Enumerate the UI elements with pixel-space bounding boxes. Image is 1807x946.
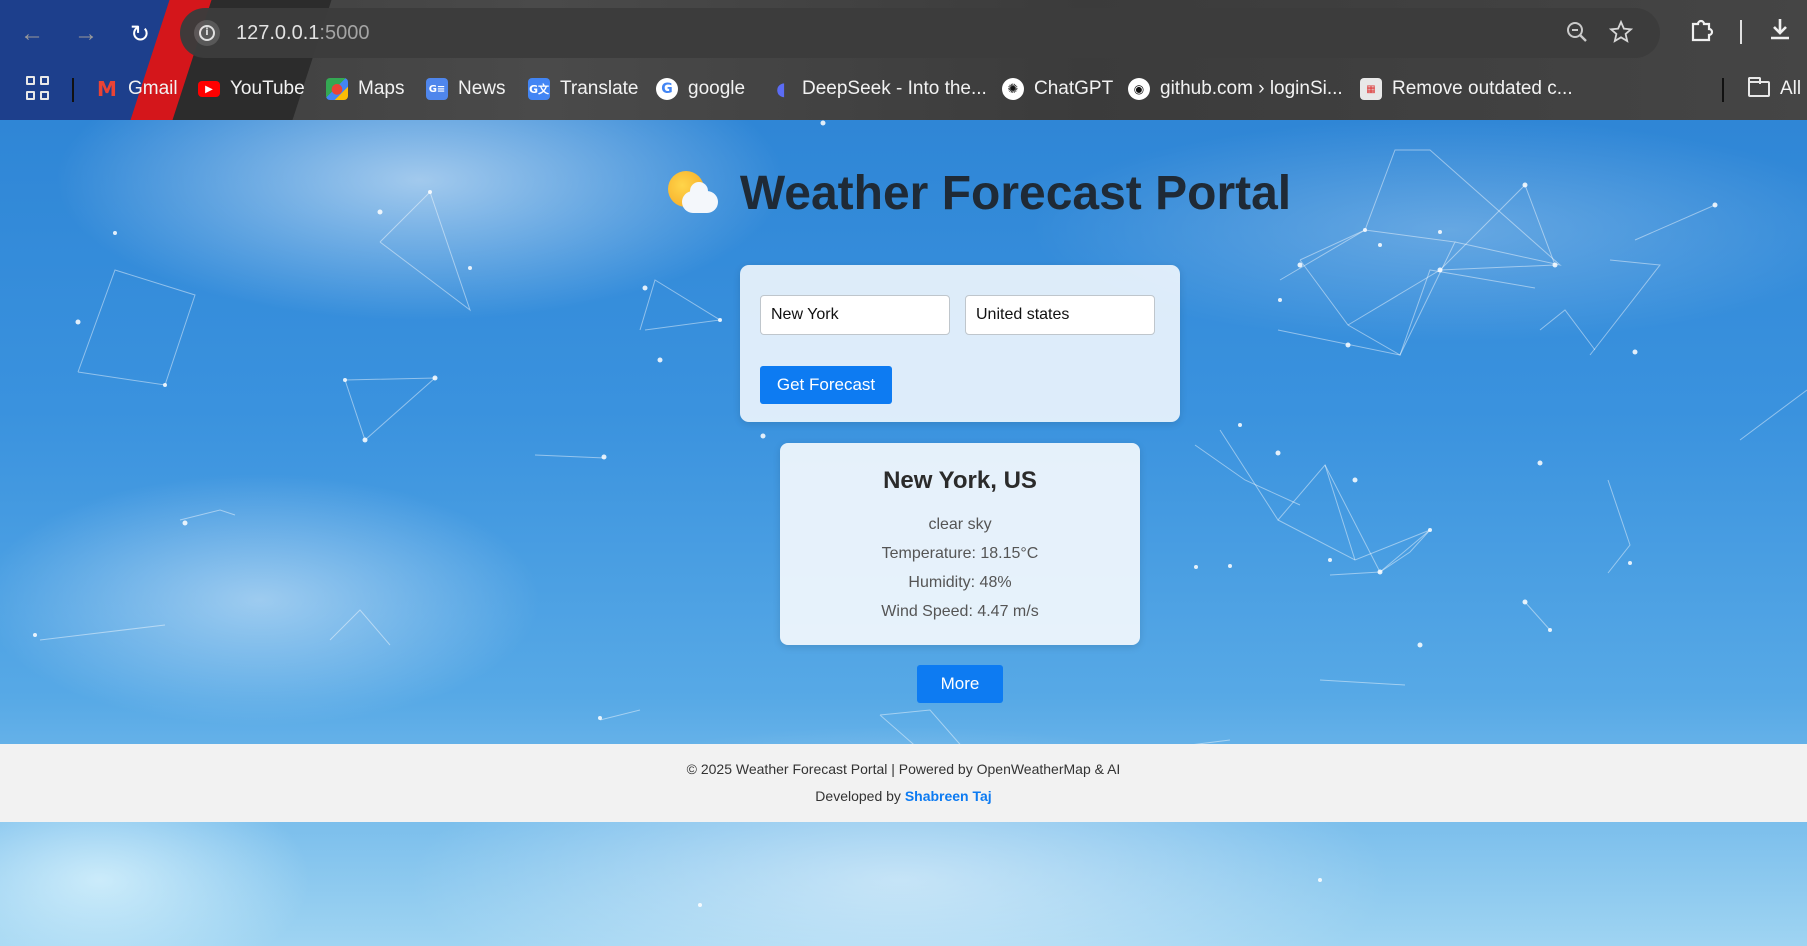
bookmark-label: ChatGPT [1034,78,1114,99]
footer-copyright: © 2025 Weather Forecast Portal | Powered… [686,761,1121,777]
bookmark-gmail[interactable]: M Gmail [96,76,178,102]
all-bookmarks-label: All [1780,78,1802,99]
gmail-icon: M [97,77,117,101]
bookmark-label: YouTube [230,78,305,99]
bookmark-deepseek[interactable]: ◖ DeepSeek - Into the... [770,76,987,102]
zoom-button[interactable] [1564,20,1590,46]
github-icon: ◉ [1128,78,1150,100]
url-text[interactable]: 127.0.0.1:5000 [236,22,369,45]
bookmark-chatgpt[interactable]: ✺ ChatGPT [1002,76,1113,102]
bookmark-translate[interactable]: G文 Translate [528,76,639,102]
city-input[interactable] [760,295,950,335]
download-icon [1771,19,1789,40]
bookmark-label: Maps [358,78,405,99]
result-location: New York, US [883,467,1037,494]
chatgpt-icon: ✺ [1002,78,1024,100]
star-icon [1608,19,1634,43]
sun-cloud-icon [666,170,718,217]
bookmark-label: DeepSeek - Into the... [802,78,987,99]
site-info-button[interactable]: i [194,20,220,46]
bookmark-star-button[interactable] [1608,19,1634,46]
footer-developed-by: Developed by [815,788,901,804]
forward-button[interactable]: → [68,16,104,52]
translate-icon: G文 [528,78,550,100]
apps-grid-icon[interactable] [26,76,50,100]
weather-result-card: New York, US clear sky Temperature: 18.1… [780,443,1140,645]
arrow-right-icon: → [74,20,98,47]
bookmark-label: github.com › loginSi... [1160,78,1343,99]
country-input[interactable] [965,295,1155,335]
browser-chrome: ← → ↻ i 127.0.0.1:5000 M Gmail ▶ YouTube… [0,0,1807,120]
downloads-button[interactable] [1764,16,1796,48]
folder-icon [1748,77,1770,97]
bookmark-label: Translate [560,78,639,99]
back-button[interactable]: ← [14,16,50,52]
weather-description: clear sky [928,516,992,533]
zoom-icon [1567,22,1587,42]
wind-speed-text: Wind Speed: 4.47 m/s [881,603,1039,620]
info-icon: i [199,25,215,41]
bookmark-github[interactable]: ◉ github.com › loginSi... [1128,76,1343,102]
url-host: 127.0.0.1 [236,22,320,44]
temperature-text: Temperature: 18.15°C [881,545,1039,562]
bookmark-google[interactable]: G google [656,76,745,102]
address-bar[interactable]: i 127.0.0.1:5000 [180,8,1660,58]
footer: © 2025 Weather Forecast Portal | Powered… [0,744,1807,822]
bookmark-news[interactable]: G≡ News [426,76,506,102]
bookmark-label: Gmail [128,78,178,99]
bookmarks-divider-right [1722,78,1724,102]
bookmark-youtube[interactable]: ▶ YouTube [198,76,305,102]
toolbar-divider [1740,20,1742,44]
news-icon: G≡ [426,78,448,100]
bookmark-label: google [688,78,746,99]
google-icon: G [656,78,678,100]
footer-credit: Developed by Shabreen Taj [0,788,1807,804]
maps-icon: ● [326,78,348,100]
search-form: Get Forecast [740,265,1180,422]
arrow-left-icon: ← [20,20,44,47]
developer-link[interactable]: Shabreen Taj [905,788,992,804]
bookmark-remove-outdated[interactable]: ▦ Remove outdated c... [1360,76,1573,102]
extensions-button[interactable] [1686,16,1718,48]
youtube-icon: ▶ [198,81,220,97]
bookmark-label: News [458,78,506,99]
page-title-text: Weather Forecast Portal [739,167,1292,220]
get-forecast-button[interactable]: Get Forecast [760,366,892,404]
all-bookmarks-button[interactable]: All [1748,76,1801,102]
deepseek-icon: ◖ [776,78,786,100]
puzzle-icon [1691,19,1714,42]
humidity-text: Humidity: 48% [908,574,1012,591]
page-background: Weather Forecast Portal Get Forecast New… [0,120,1807,946]
page-title: Weather Forecast Portal [0,166,1807,229]
bookmark-maps[interactable]: ● Maps [326,76,404,102]
reload-icon: ↻ [129,20,151,48]
bookmark-label: Remove outdated c... [1392,78,1573,99]
reload-button[interactable]: ↻ [122,16,158,52]
bookmarks-divider [72,78,74,102]
url-port: :5000 [319,22,370,44]
more-button[interactable]: More [917,665,1003,703]
store-icon: ▦ [1360,78,1382,100]
